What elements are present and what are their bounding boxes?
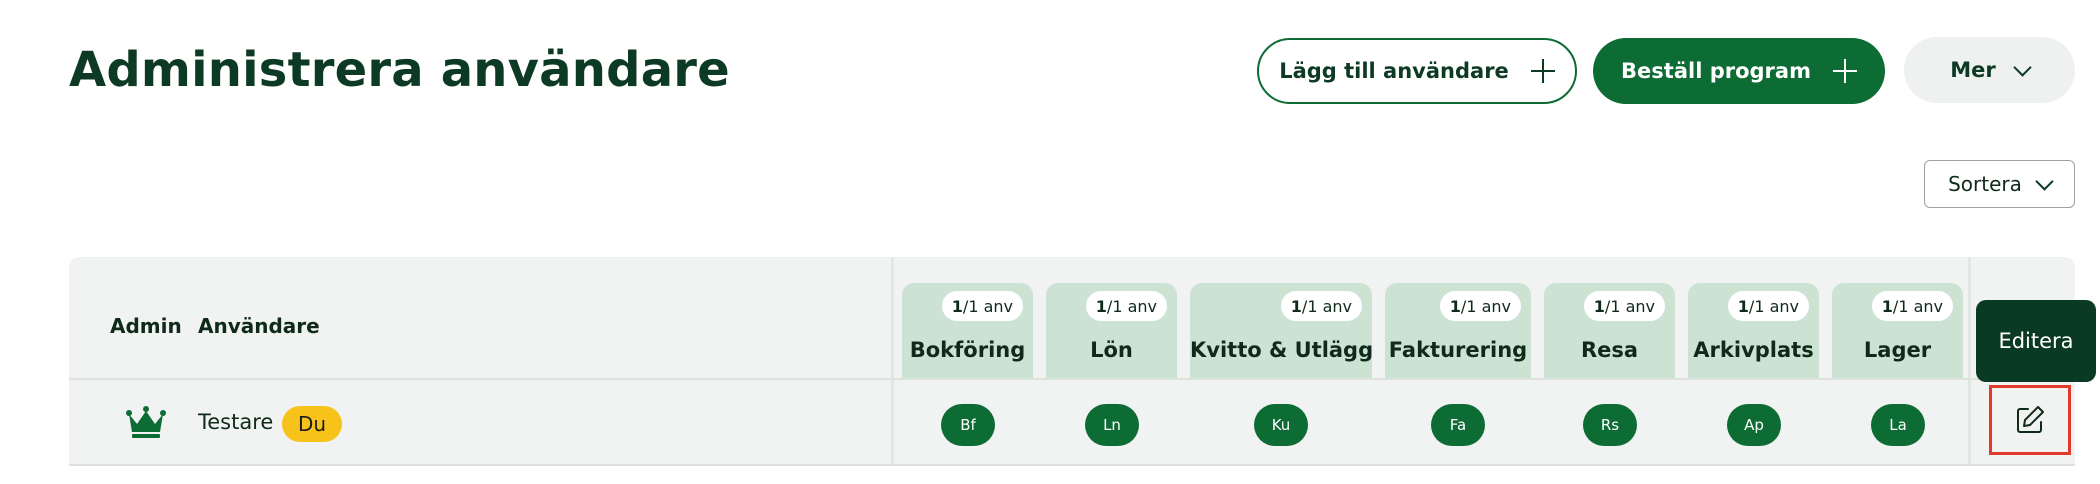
current-user-badge: Du xyxy=(282,406,343,442)
column-name: Arkivplats xyxy=(1693,338,1814,362)
column-name: Lager xyxy=(1863,338,1932,362)
user-count-badge: 1/1 anv xyxy=(1583,291,1665,321)
header-admin: Admin xyxy=(110,314,182,338)
user-count-badge: 1/1 anv xyxy=(1727,291,1809,321)
column-header-resa: 1/1 anv Resa xyxy=(1544,283,1675,378)
column-header-arkivplats: 1/1 anv Arkivplats xyxy=(1688,283,1819,378)
sort-dropdown[interactable]: Sortera xyxy=(1924,160,2075,208)
column-header-lon: 1/1 anv Lön xyxy=(1046,283,1177,378)
column-divider xyxy=(1968,257,1971,466)
edit-tooltip: Editera xyxy=(1976,300,2096,382)
user-count-badge: 1/1 anv xyxy=(1439,291,1521,321)
column-header-kvitto-utlagg: 1/1 anv Kvitto & Utlägg xyxy=(1190,283,1374,378)
program-pill-lon: Ln xyxy=(1085,404,1139,446)
column-name: Kvitto & Utlägg xyxy=(1190,338,1374,362)
program-pill-kvitto-utlagg: Ku xyxy=(1254,404,1308,446)
user-name: Testare xyxy=(198,410,274,434)
add-user-label: Lägg till användare xyxy=(1279,59,1509,83)
header-user: Användare xyxy=(198,314,320,338)
user-count-badge: 1/1 anv xyxy=(1871,291,1953,321)
column-header-lager: 1/1 anv Lager xyxy=(1832,283,1963,378)
user-count-badge: 1/1 anv xyxy=(1280,291,1362,321)
order-program-button[interactable]: Beställ program xyxy=(1593,38,1885,104)
row-divider xyxy=(69,464,2075,466)
order-program-label: Beställ program xyxy=(1621,59,1811,83)
add-user-button[interactable]: Lägg till användare xyxy=(1257,38,1577,104)
column-name: Lön xyxy=(1090,338,1133,362)
program-pill-resa: Rs xyxy=(1583,404,1637,446)
more-label: Mer xyxy=(1950,58,1996,82)
users-table: Admin Användare 1/1 anv Bokföring 1/1 an… xyxy=(69,257,2075,466)
program-pill-fakturering: Fa xyxy=(1431,404,1485,446)
more-button[interactable]: Mer xyxy=(1904,37,2075,103)
row-divider xyxy=(69,378,2075,380)
column-name: Fakturering xyxy=(1388,338,1528,362)
column-name: Resa xyxy=(1580,338,1639,362)
page: Administrera användare Lägg till använda… xyxy=(0,0,2100,484)
column-header-bokforing: 1/1 anv Bokföring xyxy=(902,283,1033,378)
user-count-badge: 1/1 anv xyxy=(1085,291,1167,321)
program-pill-arkivplats: Ap xyxy=(1727,404,1781,446)
column-header-fakturering: 1/1 anv Fakturering xyxy=(1385,283,1531,378)
edit-user-button[interactable] xyxy=(1989,385,2071,455)
plus-icon xyxy=(1832,59,1857,83)
chevron-down-icon xyxy=(2013,57,2032,77)
chevron-down-icon xyxy=(2035,171,2054,191)
program-pill-bokforing: Bf xyxy=(941,404,995,446)
edit-pencil-icon xyxy=(2017,406,2044,433)
program-pill-lager: La xyxy=(1871,404,1925,446)
page-title: Administrera användare xyxy=(69,42,730,98)
user-count-badge: 1/1 anv xyxy=(941,291,1023,321)
crown-icon xyxy=(126,406,166,438)
column-divider xyxy=(891,257,894,466)
sort-label: Sortera xyxy=(1948,172,2022,196)
column-name: Bokföring xyxy=(909,338,1026,362)
plus-icon xyxy=(1530,59,1555,83)
